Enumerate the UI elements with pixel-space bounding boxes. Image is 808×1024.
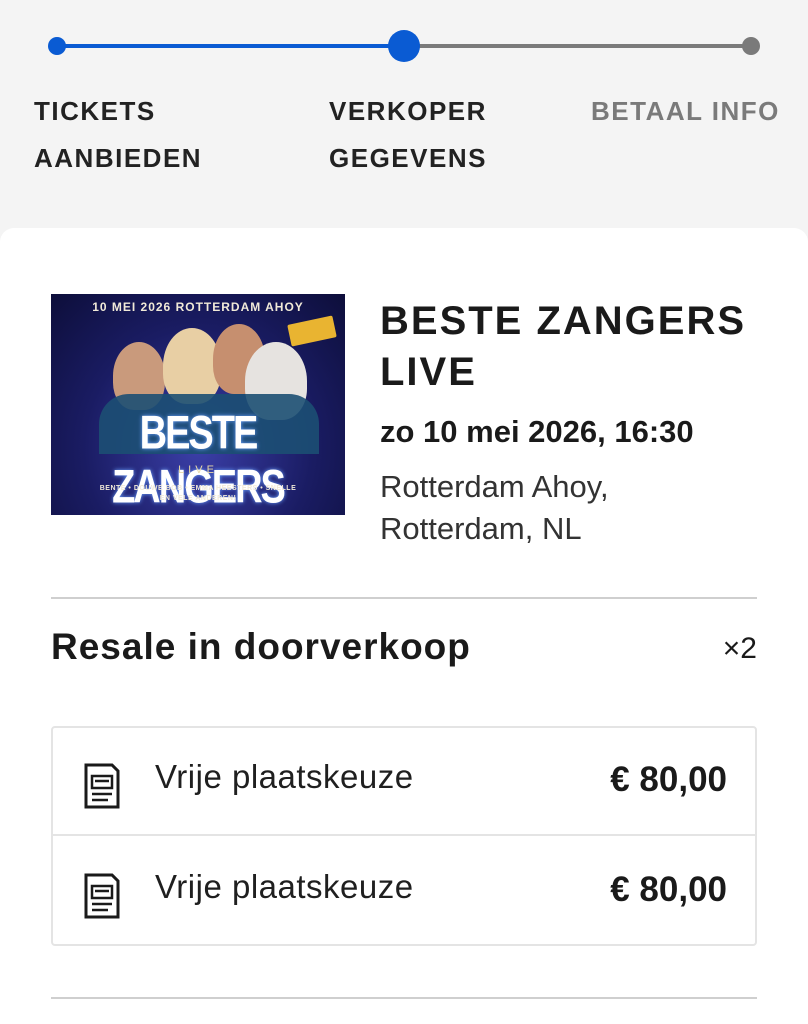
ticket-row: Vrije plaatskeuze € 80,00	[53, 838, 755, 946]
event-poster-image: 10 MEI 2026 ROTTERDAM AHOY BESTE ZANGERS…	[51, 294, 345, 515]
divider	[51, 997, 757, 999]
event-title: BESTE ZANGERS LIVE	[380, 299, 747, 394]
event-date: zo 10 mei 2026, 16:30	[380, 414, 694, 449]
step-dot-betaal-info	[742, 37, 760, 55]
poster-artist-line-2: EN VELE ANDEREN!	[159, 495, 237, 502]
step-label-verkoper-gegevens[interactable]: VERKOPER GEGEVENS	[329, 88, 549, 182]
ticket-price: € 80,00	[610, 870, 727, 909]
poster-date-location: 10 MEI 2026 ROTTERDAM AHOY	[92, 300, 304, 314]
progress-stepper: TICKETS AANBIEDEN VERKOPER GEGEVENS BETA…	[0, 0, 808, 228]
step-label-betaal-info: BETAAL INFO	[591, 96, 780, 126]
poster-artist-names: BENTE • DOUWE BOB • EMMA HEESTERS • SNEL…	[51, 484, 345, 504]
step-label-tickets-aanbieden[interactable]: TICKETS AANBIEDEN	[34, 88, 254, 182]
ticket-price: € 80,00	[610, 760, 727, 799]
step-dot-tickets-aanbieden[interactable]	[48, 37, 66, 55]
poster-badge	[287, 315, 337, 347]
order-summary-card: 10 MEI 2026 ROTTERDAM AHOY BESTE ZANGERS…	[0, 228, 808, 1024]
stepper-track-completed	[58, 44, 404, 48]
event-venue: Rotterdam Ahoy, Rotterdam, NL	[380, 469, 609, 546]
ticket-list: Vrije plaatskeuze € 80,00 Vrije plaatske…	[51, 726, 757, 946]
ticket-document-icon	[84, 873, 120, 919]
poster-subtitle: LIVE	[178, 464, 218, 476]
divider	[51, 597, 757, 599]
ticket-row: Vrije plaatskeuze € 80,00	[53, 728, 755, 836]
ticket-document-icon	[84, 763, 120, 809]
ticket-quantity: ×2	[722, 632, 757, 665]
stepper-track-remaining	[404, 44, 750, 48]
step-dot-verkoper-gegevens[interactable]	[388, 30, 420, 62]
poster-artist-line-1: BENTE • DOUWE BOB • EMMA HEESTERS • SNEL…	[99, 485, 297, 492]
resale-section-title: Resale in doorverkoop	[51, 626, 471, 667]
ticket-seat-type: Vrije plaatskeuze	[155, 758, 414, 795]
ticket-seat-type: Vrije plaatskeuze	[155, 868, 414, 905]
